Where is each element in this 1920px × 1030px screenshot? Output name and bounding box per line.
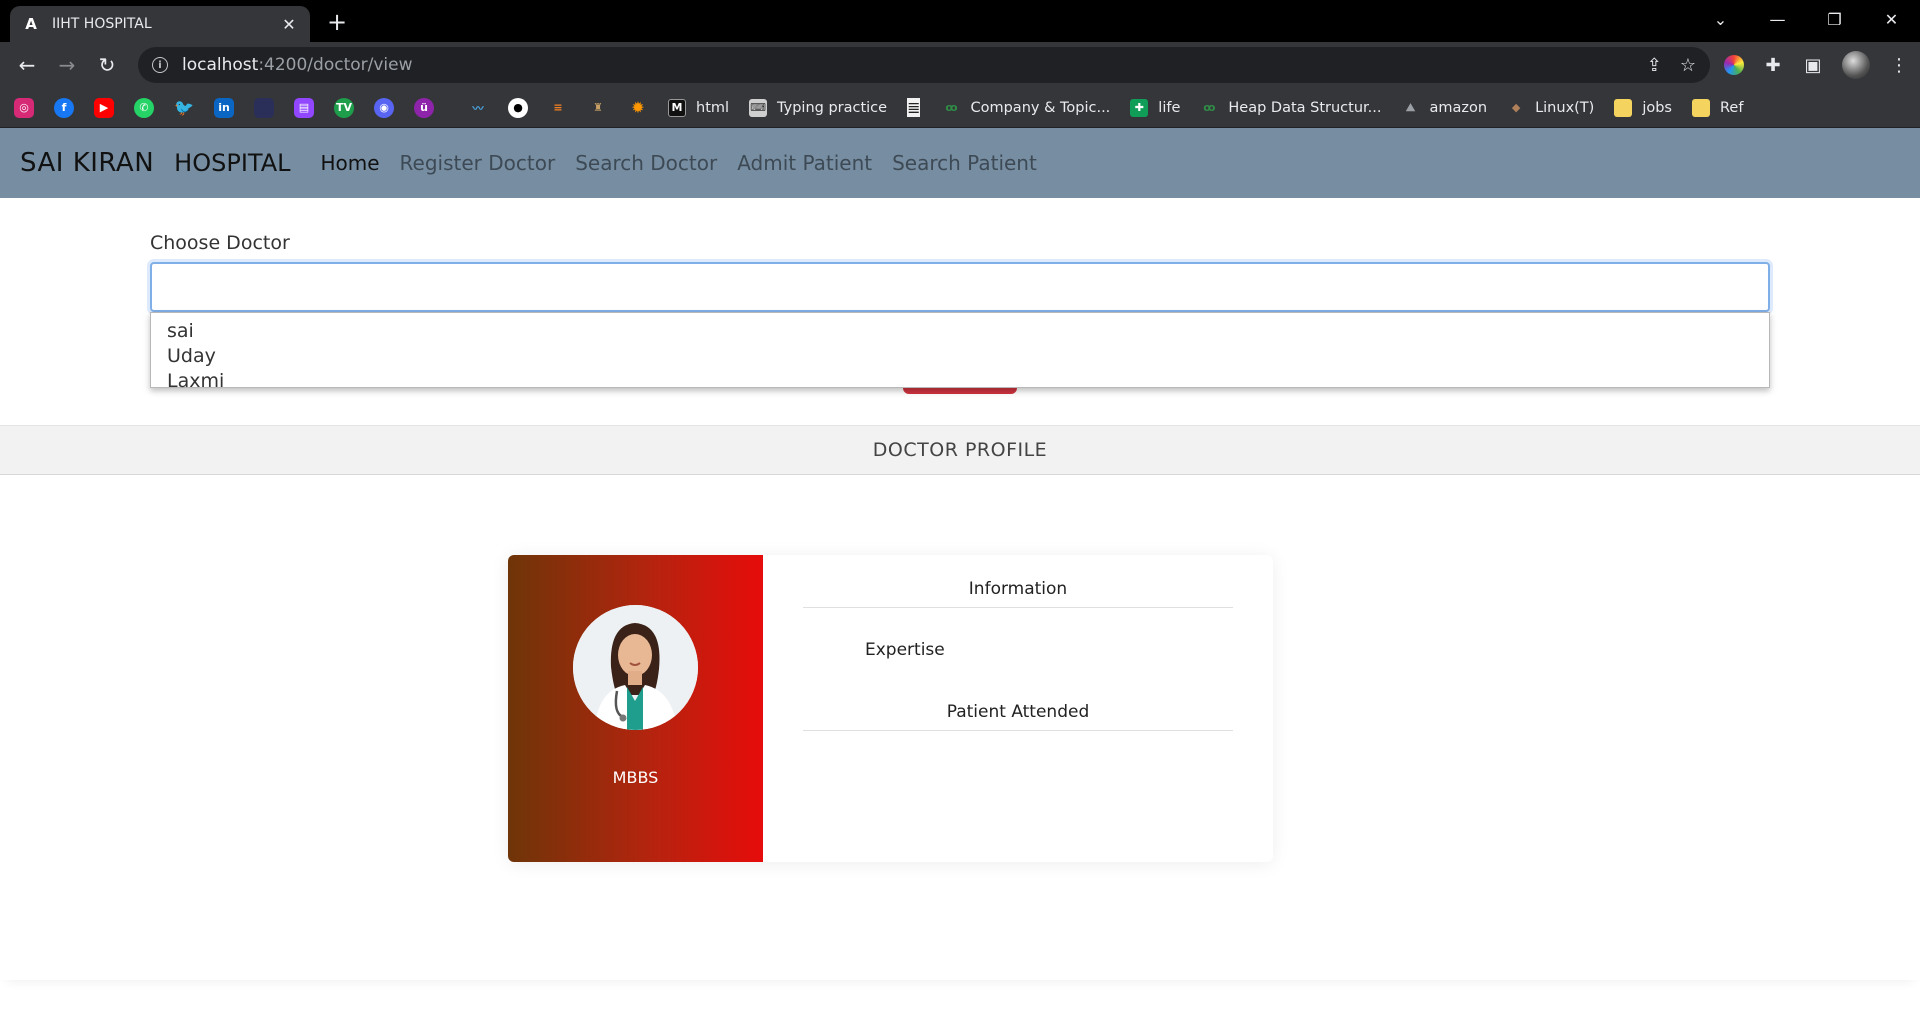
nav-home[interactable]: Home <box>320 151 379 175</box>
extensions-icon[interactable]: ✚ <box>1762 54 1784 76</box>
wave-icon[interactable]: 〰 <box>468 98 488 118</box>
choose-doctor-label: Choose Doctor <box>150 232 290 254</box>
brand-name[interactable]: SAI KIRAN <box>20 148 154 178</box>
emblem-icon[interactable]: ♜ <box>588 98 608 118</box>
card-left-panel: MBBS <box>508 555 763 862</box>
facebook-icon[interactable]: f <box>54 97 74 118</box>
browser-tab[interactable]: A IIHT HOSPITAL ✕ <box>10 6 310 42</box>
linkedin-icon[interactable]: in <box>214 97 234 118</box>
url-path: :4200/doctor/view <box>258 55 413 75</box>
restore-icon[interactable]: ❐ <box>1806 0 1863 38</box>
sidepanel-icon[interactable]: ▣ <box>1802 54 1824 76</box>
nav-search-doctor[interactable]: Search Doctor <box>575 151 717 175</box>
choose-doctor-section: Choose Doctor sai Uday Laxmi <box>150 232 1770 392</box>
close-tab-icon[interactable]: ✕ <box>280 15 298 34</box>
bookmark-jobs[interactable]: jobs <box>1614 98 1672 117</box>
doctor-photo <box>573 605 698 730</box>
patient-attended-heading: Patient Attended <box>803 702 1233 731</box>
doctor-profile-bar: DOCTOR PROFILE <box>0 425 1920 475</box>
folder-icon <box>1692 98 1710 117</box>
sheets-icon: ✚ <box>1130 98 1149 117</box>
whatsapp-icon[interactable]: ✆ <box>134 97 154 118</box>
site-navbar: SAI KIRAN HOSPITAL Home Register Doctor … <box>0 128 1920 198</box>
angular-icon: A <box>25 15 37 33</box>
gfg-icon: ꝏ <box>1203 101 1216 114</box>
bookmarks-bar: ◎ f ▶ ✆ 🐦 in ▤ TV ◉ ü 〰 ● ≡ ♜ ✹ M html ⌨… <box>0 88 1920 128</box>
brand-hospital[interactable]: HOSPITAL <box>174 149 290 177</box>
doctor-profile-card: MBBS Information Expertise Patient Atten… <box>508 555 1273 862</box>
browser-tabstrip: A IIHT HOSPITAL ✕ + ⌄ — ❐ ✕ <box>0 0 1920 42</box>
stackoverflow-icon[interactable]: ≡ <box>548 98 568 118</box>
browser-toolbar: ← → ↻ i localhost:4200/doctor/view ⇪ ☆ ✚… <box>0 42 1920 88</box>
doctor-select-input[interactable] <box>150 262 1770 312</box>
tradingview-icon[interactable]: TV <box>334 97 354 118</box>
twitch-icon[interactable]: ▤ <box>294 97 314 118</box>
discord-icon[interactable]: ◉ <box>374 97 394 118</box>
profile-avatar[interactable] <box>1842 51 1870 79</box>
doctor-dropdown: sai Uday Laxmi <box>150 312 1770 392</box>
gfg-icon: ꝏ <box>945 101 958 114</box>
bookmark-heap[interactable]: ꝏ Heap Data Structur... <box>1200 99 1381 117</box>
youtube-icon[interactable]: ▶ <box>94 97 114 118</box>
bookmark-linux[interactable]: ◆ Linux(T) <box>1507 99 1594 117</box>
reload-icon[interactable]: ↻ <box>90 48 124 82</box>
doctor-degree: MBBS <box>612 768 659 787</box>
mountain-icon: ⛰ <box>1405 100 1416 114</box>
window-controls: ⌄ — ❐ ✕ <box>1692 0 1920 38</box>
nav-register-doctor[interactable]: Register Doctor <box>400 151 556 175</box>
doctor-profile-title: DOCTOR PROFILE <box>872 439 1048 461</box>
doc-bookmark-icon[interactable]: ≣ <box>907 98 921 117</box>
medium-icon: M <box>668 98 686 117</box>
minimize-icon[interactable]: — <box>1749 0 1806 38</box>
instagram-icon[interactable]: ◎ <box>14 97 34 118</box>
back-icon[interactable]: ← <box>10 48 44 82</box>
twitter-icon[interactable]: 🐦 <box>174 98 194 118</box>
bookmark-company-topic[interactable]: ꝏ Company & Topic... <box>942 99 1110 117</box>
keyboard-icon: ⌨ <box>749 98 768 117</box>
doctor-option[interactable]: sai <box>167 319 1753 344</box>
close-window-icon[interactable]: ✕ <box>1863 0 1920 38</box>
nav-search-patient[interactable]: Search Patient <box>892 151 1037 175</box>
doctor-option[interactable]: Laxmi <box>167 369 1753 394</box>
tab-title: IIHT HOSPITAL <box>52 16 152 32</box>
tab-search-icon[interactable]: ⌄ <box>1692 0 1749 38</box>
star-icon[interactable]: ☆ <box>1680 55 1696 76</box>
forward-icon[interactable]: → <box>50 48 84 82</box>
bookmark-html[interactable]: M html <box>668 98 729 117</box>
bookmark-amazon[interactable]: ⛰ amazon <box>1402 99 1487 117</box>
folder-icon <box>1614 98 1633 117</box>
new-tab-icon[interactable]: + <box>322 8 352 36</box>
blank-bookmark-icon[interactable] <box>254 97 274 118</box>
address-bar[interactable]: i localhost:4200/doctor/view ⇪ ☆ <box>138 47 1710 83</box>
url-host: localhost <box>182 55 259 75</box>
color-picker-extension-icon[interactable] <box>1724 55 1744 75</box>
bookmark-life[interactable]: ✚ life <box>1130 98 1180 117</box>
github-icon[interactable]: ● <box>508 97 528 118</box>
bookmark-ref[interactable]: Ref <box>1692 98 1743 117</box>
sun-icon[interactable]: ✹ <box>628 98 648 118</box>
purple-extension-icon[interactable]: ü <box>414 97 434 118</box>
expertise-label: Expertise <box>865 640 945 660</box>
bookmark-typing-practice[interactable]: ⌨ Typing practice <box>749 98 887 117</box>
menu-icon[interactable]: ⋮ <box>1888 54 1910 76</box>
share-icon[interactable]: ⇪ <box>1647 55 1662 76</box>
nav-admit-patient[interactable]: Admit Patient <box>737 151 872 175</box>
box-icon: ◆ <box>1511 101 1521 114</box>
card-right-panel: Information Expertise Patient Attended <box>763 555 1273 862</box>
information-heading: Information <box>803 579 1233 608</box>
doctor-option[interactable]: Uday <box>167 344 1753 369</box>
info-icon[interactable]: i <box>152 57 168 73</box>
